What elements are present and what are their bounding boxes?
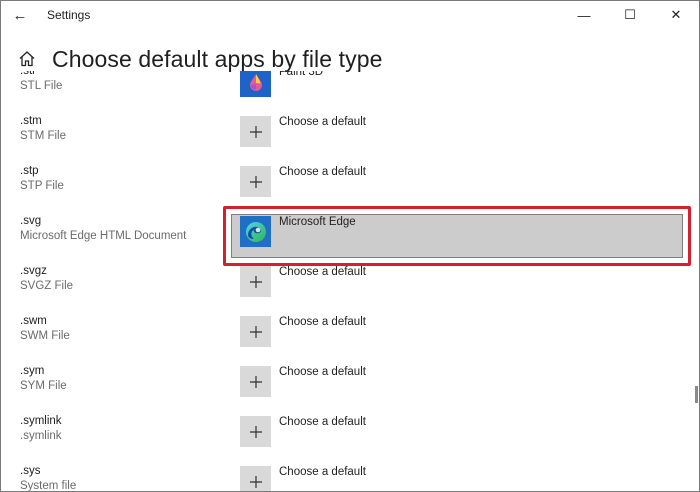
file-extension: .stp	[20, 165, 39, 177]
file-type-row: .svgz SVGZ File Choose a default	[1, 265, 691, 315]
scrollbar-thumb[interactable]	[695, 386, 698, 403]
plus-icon	[240, 466, 271, 491]
file-type-description: Microsoft Edge HTML Document	[20, 230, 187, 242]
default-app-label: Choose a default	[279, 116, 366, 128]
file-type-row: .swm SWM File Choose a default	[1, 315, 691, 365]
default-app-button[interactable]: Choose a default	[240, 116, 680, 156]
back-arrow-icon: ←	[12, 6, 28, 24]
file-type-description: .symlink	[20, 430, 62, 442]
file-extension: .stl	[20, 71, 35, 77]
default-app-label: Choose a default	[279, 266, 366, 278]
title-bar: ← Settings — ☐ ✕	[1, 1, 699, 29]
file-extension: .stm	[20, 115, 42, 127]
file-extension: .symlink	[20, 415, 62, 427]
file-extension: .svgz	[20, 265, 47, 277]
file-extension: .swm	[20, 315, 47, 327]
default-app-button[interactable]: Choose a default	[240, 316, 680, 356]
minimize-icon: —	[577, 7, 591, 23]
default-app-label: Choose a default	[279, 466, 366, 478]
file-type-row: .sym SYM File Choose a default	[1, 365, 691, 415]
default-app-button[interactable]: Microsoft Edge	[240, 216, 680, 256]
default-app-button[interactable]: Choose a default	[240, 166, 680, 206]
minimize-button[interactable]: —	[561, 1, 607, 29]
edge-icon	[240, 216, 271, 247]
default-app-button[interactable]: Paint 3D	[240, 71, 680, 106]
file-type-description: STM File	[20, 130, 66, 142]
plus-icon	[240, 116, 271, 147]
default-app-label: Choose a default	[279, 416, 366, 428]
file-type-description: SYM File	[20, 380, 67, 392]
default-app-button[interactable]: Choose a default	[240, 416, 680, 456]
maximize-icon: ☐	[624, 7, 636, 22]
file-type-description: SVGZ File	[20, 280, 74, 292]
file-extension: .svg	[20, 215, 42, 227]
plus-icon	[240, 266, 271, 297]
page-title: Choose default apps by file type	[52, 45, 383, 72]
file-type-row: .svg Microsoft Edge HTML Document Microsof…	[1, 206, 691, 266]
default-app-button[interactable]: Choose a default	[240, 266, 680, 306]
window-controls: — ☐ ✕	[561, 1, 699, 29]
default-app-label: Choose a default	[279, 366, 366, 378]
file-type-row: .symlink .symlink Choose a default	[1, 415, 691, 465]
file-type-row: .stl STL File Paint 3D	[1, 71, 691, 115]
file-type-description: STL File	[20, 80, 63, 92]
default-app-button[interactable]: Choose a default	[240, 366, 680, 406]
close-icon: ✕	[670, 7, 682, 22]
file-type-row: .sys System file Choose a default	[1, 465, 691, 491]
back-button[interactable]: ←	[1, 1, 39, 29]
file-type-description: System file	[20, 480, 77, 491]
close-button[interactable]: ✕	[653, 1, 699, 29]
paint-3d-icon	[240, 71, 271, 97]
maximize-button[interactable]: ☐	[607, 1, 653, 29]
settings-window: ← Settings — ☐ ✕ Choose default apps by …	[0, 0, 700, 492]
file-type-row: .stm STM File Choose a default	[1, 115, 691, 165]
window-title: Settings	[47, 8, 91, 22]
file-extension: .sym	[20, 365, 45, 377]
file-extension: .sys	[20, 465, 41, 477]
default-app-button[interactable]: Choose a default	[240, 466, 680, 491]
home-icon[interactable]	[17, 49, 37, 69]
plus-icon	[240, 316, 271, 347]
default-app-label: Microsoft Edge	[279, 216, 356, 228]
default-app-label: Paint 3D	[279, 71, 324, 78]
plus-icon	[240, 366, 271, 397]
file-type-description: SWM File	[20, 330, 70, 342]
plus-icon	[240, 166, 271, 197]
default-app-label: Choose a default	[279, 166, 366, 178]
plus-icon	[240, 416, 271, 447]
file-type-description: STP File	[20, 180, 64, 192]
file-type-list: .stl STL File Paint 3D .stm STM File Choose a…	[1, 71, 691, 491]
default-app-label: Choose a default	[279, 316, 366, 328]
